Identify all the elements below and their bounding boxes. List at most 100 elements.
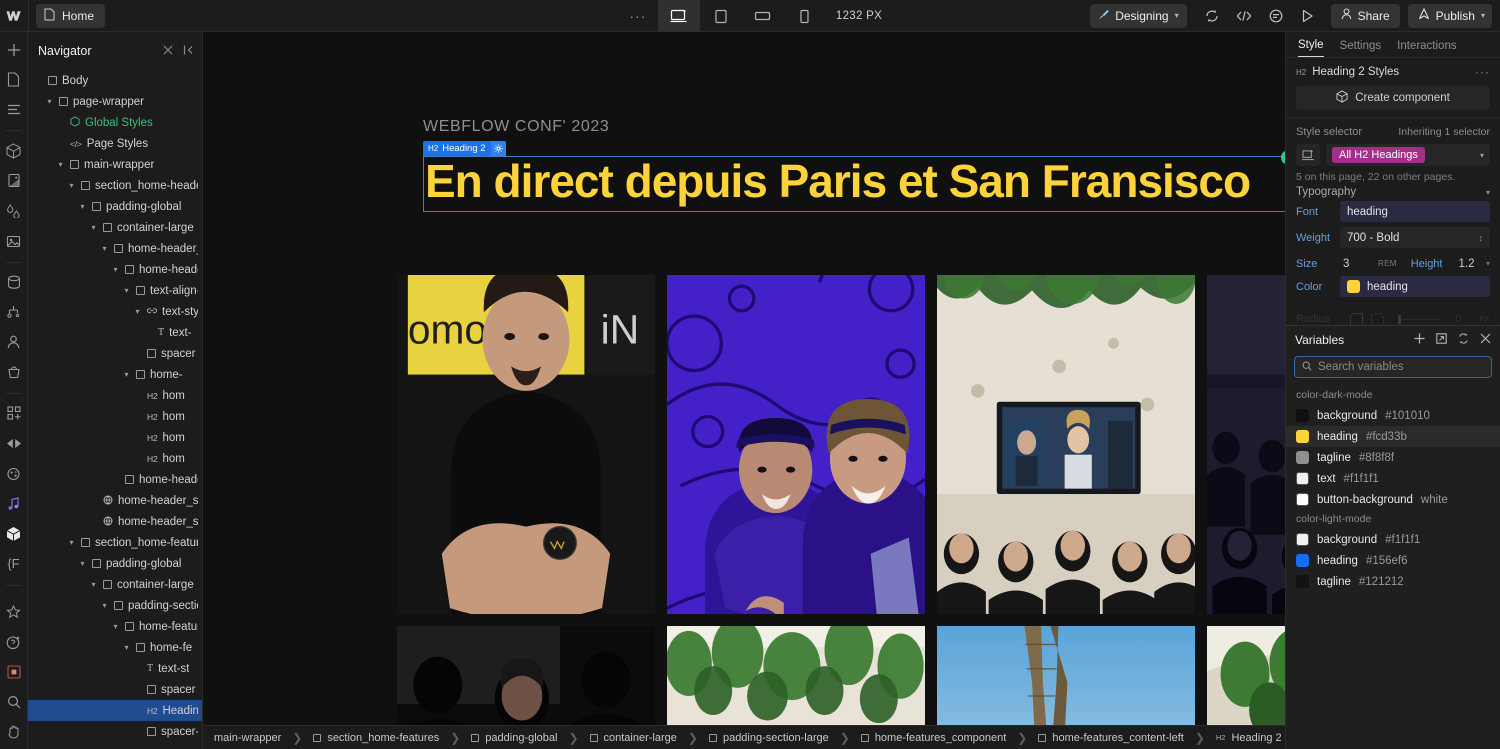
radius-slider[interactable] xyxy=(1398,314,1442,324)
recording-icon[interactable] xyxy=(0,659,28,686)
tablet-breakpoint-button[interactable] xyxy=(700,0,742,32)
variable-swatch[interactable] xyxy=(1296,409,1309,422)
color-field[interactable]: heading xyxy=(1340,276,1490,297)
interactions-icon[interactable] xyxy=(0,430,28,457)
variable-swatch[interactable] xyxy=(1296,472,1309,485)
navigator-item[interactable]: Global Styles xyxy=(28,112,202,133)
preview-icon[interactable] xyxy=(1293,1,1323,31)
add-variable-icon[interactable] xyxy=(1414,331,1425,349)
navigator-item[interactable]: H2 Heading 2 xyxy=(28,700,202,721)
variables-search[interactable]: Search variables xyxy=(1294,356,1492,378)
close-icon[interactable] xyxy=(1480,331,1491,349)
users-icon[interactable] xyxy=(0,329,28,356)
navigator-item[interactable]: ▾ section_home-features xyxy=(28,532,202,553)
logic-icon[interactable] xyxy=(0,299,28,326)
help-icon[interactable] xyxy=(0,629,28,656)
hand-icon[interactable] xyxy=(0,719,28,746)
desktop-breakpoint-button[interactable] xyxy=(657,0,700,32)
color-swatch[interactable] xyxy=(1347,280,1360,293)
navigator-item[interactable]: ▾ text-align-center xyxy=(28,280,202,301)
navigator-item[interactable]: Body xyxy=(28,70,202,91)
breadcrumb-item[interactable]: container-large xyxy=(579,726,688,749)
stepper-icon[interactable]: ↕ xyxy=(1479,233,1484,243)
navigator-item[interactable]: ▾ section_home-header xyxy=(28,175,202,196)
photo-audience-screen[interactable] xyxy=(937,275,1195,614)
navigator-item[interactable]: ▾ text-style xyxy=(28,301,202,322)
code-icon[interactable] xyxy=(1229,1,1259,31)
selector-input[interactable]: All H2 Headings ▾ xyxy=(1326,144,1490,166)
ai-icon[interactable] xyxy=(0,598,28,625)
navigator-item[interactable]: H2 hom xyxy=(28,385,202,406)
chevron-down-icon[interactable]: ▾ xyxy=(122,370,131,379)
variable-swatch[interactable] xyxy=(1296,451,1309,464)
navigator-item[interactable]: H2 hom xyxy=(28,406,202,427)
variable-row[interactable]: heading #fcd33b xyxy=(1286,426,1500,447)
audio-icon[interactable] xyxy=(0,490,28,517)
share-button[interactable]: Share xyxy=(1330,3,1400,28)
chevron-down-icon[interactable]: ▾ xyxy=(122,286,131,295)
variable-row[interactable]: heading #156ef6 xyxy=(1286,550,1500,571)
height-value[interactable]: 1.2 xyxy=(1458,258,1474,270)
chevron-down-icon[interactable]: ▾ xyxy=(100,244,109,253)
chevron-down-icon[interactable]: ▾ xyxy=(122,643,131,652)
navigator-item[interactable]: spacer xyxy=(28,343,202,364)
navigator-item[interactable]: ▾ main-wrapper xyxy=(28,154,202,175)
library-icon[interactable] xyxy=(0,520,28,547)
search-icon[interactable] xyxy=(0,689,28,716)
chevron-down-icon[interactable]: ▾ xyxy=(1486,259,1490,268)
breadcrumb-item[interactable]: home-features_component xyxy=(850,726,1017,749)
variable-swatch[interactable] xyxy=(1296,493,1309,506)
chevron-down-icon[interactable]: ▾ xyxy=(78,559,87,568)
chevron-down-icon[interactable]: ▾ xyxy=(111,265,120,274)
selector-state-icon[interactable] xyxy=(1296,144,1320,166)
navigator-item[interactable]: Ttext-st xyxy=(28,658,202,679)
components-icon[interactable] xyxy=(0,137,28,164)
chevron-down-icon[interactable]: ▾ xyxy=(78,202,87,211)
photo-neon-venue-crowd[interactable] xyxy=(1207,275,1285,614)
tab-style[interactable]: Style xyxy=(1298,39,1324,57)
mobile-portrait-breakpoint-button[interactable] xyxy=(784,0,826,32)
localization-icon[interactable] xyxy=(0,460,28,487)
breadcrumb-item[interactable]: padding-section-large xyxy=(698,726,840,749)
navigator-item[interactable]: spacer xyxy=(28,679,202,700)
breadcrumb-item[interactable]: H2 Heading 2 xyxy=(1205,726,1285,749)
navigator-icon[interactable] xyxy=(0,96,28,123)
chevron-down-icon[interactable]: ▾ xyxy=(67,181,76,190)
design-canvas[interactable]: WEBFLOW CONF' 2023 H2 Heading 2 En direc… xyxy=(203,32,1285,749)
weight-field[interactable]: 700 - Bold ↕ xyxy=(1340,227,1490,248)
breadcrumb-item[interactable]: section_home-features xyxy=(302,726,450,749)
navigator-item[interactable]: </> Page Styles xyxy=(28,133,202,154)
navigator-item[interactable]: spacer-x xyxy=(28,721,202,742)
variable-row[interactable]: background #f1f1f1 xyxy=(1286,529,1500,550)
close-icon[interactable] xyxy=(163,42,173,60)
chevron-down-icon[interactable]: ▾ xyxy=(89,223,98,232)
radius-corner-icon[interactable] xyxy=(1350,312,1363,326)
navigator-item[interactable]: home-header xyxy=(28,469,202,490)
size-unit[interactable]: REM xyxy=(1378,259,1397,268)
navigator-item[interactable]: ▾ home-header_content xyxy=(28,259,202,280)
canvas-heading[interactable]: En direct depuis Paris et San Fransisco xyxy=(425,154,1285,209)
open-panel-icon[interactable] xyxy=(1436,331,1447,349)
chevron-down-icon[interactable]: ▾ xyxy=(111,622,120,631)
more-options-button[interactable]: ··· xyxy=(618,0,658,32)
variable-swatch[interactable] xyxy=(1296,575,1309,588)
navigator-item[interactable]: ▾ page-wrapper xyxy=(28,91,202,112)
chevron-down-icon[interactable]: ▾ xyxy=(67,538,76,547)
variable-row[interactable]: background #101010 xyxy=(1286,405,1500,426)
navigator-item[interactable]: ▾ container-large xyxy=(28,574,202,595)
publish-button[interactable]: Publish ▾ xyxy=(1407,3,1492,28)
variable-swatch[interactable] xyxy=(1296,533,1309,546)
variable-swatch[interactable] xyxy=(1296,554,1309,567)
selector-tag[interactable]: All H2 Headings xyxy=(1332,147,1425,163)
navigator-item[interactable]: ▾ home-fe xyxy=(28,637,202,658)
assets-icon[interactable] xyxy=(0,228,28,255)
ellipsis-icon[interactable]: ··· xyxy=(1475,65,1490,79)
navigator-item[interactable]: home-header_split xyxy=(28,490,202,511)
breadcrumb-item[interactable]: padding-global xyxy=(460,726,568,749)
navigator-item[interactable]: ▾ padding-section xyxy=(28,595,202,616)
cms-icon[interactable] xyxy=(0,269,28,296)
navigator-item[interactable]: ▾ home-features xyxy=(28,616,202,637)
webflow-logo[interactable] xyxy=(0,0,28,32)
typography-section-header[interactable]: Typography ▾ xyxy=(1286,183,1500,200)
create-component-button[interactable]: Create component xyxy=(1296,86,1490,110)
